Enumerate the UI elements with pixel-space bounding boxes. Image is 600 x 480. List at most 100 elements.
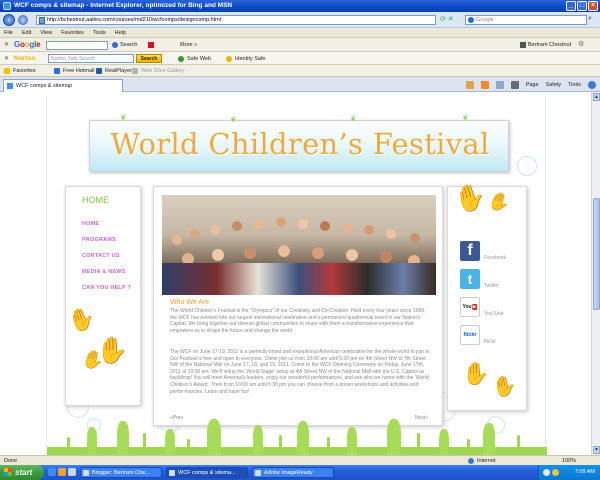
system-tray: 7:09 AM bbox=[538, 465, 600, 480]
flickr-icon[interactable]: flickr bbox=[460, 325, 480, 345]
tab-label: WCF comps & sitemap bbox=[16, 83, 73, 89]
safe-web-button[interactable]: Safe Web bbox=[178, 54, 211, 64]
twitter-label[interactable]: Twitter bbox=[484, 283, 499, 289]
favorites-button[interactable]: Favorites bbox=[4, 65, 36, 77]
close-norton-icon[interactable]: ✕ bbox=[4, 55, 9, 62]
print-icon[interactable] bbox=[510, 81, 519, 89]
menu-favorites[interactable]: Favorites bbox=[61, 28, 84, 37]
close-icon[interactable]: × bbox=[588, 1, 598, 11]
youtube-icon[interactable]: You▶ bbox=[460, 297, 480, 317]
nav-link-can-you-help[interactable]: CAN YOU HELP ? bbox=[82, 285, 131, 291]
address-bar: ‹ › http://bchestnut.aaltes.com/courses/… bbox=[0, 12, 600, 28]
handprint-icon: ✋ bbox=[64, 303, 99, 336]
twitter-icon[interactable]: t bbox=[460, 269, 480, 289]
search-icon[interactable]: ⌕ bbox=[588, 15, 592, 23]
photo-figure bbox=[346, 249, 358, 261]
photo-figure bbox=[254, 219, 264, 229]
menu-edit[interactable]: Edit bbox=[22, 28, 31, 37]
task-blogger[interactable]: Blogger: Bertram Che... bbox=[80, 467, 162, 478]
handprint-icon: ✋ bbox=[485, 188, 514, 216]
google-search-input[interactable] bbox=[46, 41, 108, 50]
start-button[interactable]: start bbox=[0, 465, 44, 480]
ie-quicklaunch-icon[interactable] bbox=[48, 468, 56, 476]
banner-title: World Children’s Festival bbox=[110, 127, 490, 161]
social-sidebar: ✋ ✋ f Facebook t Twitter You▶ YouTube fl… bbox=[447, 179, 527, 411]
child-silhouette bbox=[297, 421, 309, 455]
url-text: http://bchestnut.aaltes.com/courses/md21… bbox=[47, 17, 221, 23]
feeds-icon[interactable] bbox=[480, 81, 489, 89]
firefox-quicklaunch-icon[interactable] bbox=[58, 468, 66, 476]
menu-file[interactable]: File bbox=[4, 28, 13, 37]
google-user-button[interactable]: Bertram Chestnut bbox=[520, 40, 571, 50]
home-icon[interactable] bbox=[465, 81, 474, 89]
nav-current-title: HOME bbox=[82, 195, 109, 205]
url-input[interactable]: http://bchestnut.aaltes.com/courses/md21… bbox=[36, 15, 436, 25]
flickr-glyph: flickr bbox=[463, 332, 477, 338]
network-icon[interactable] bbox=[543, 469, 550, 476]
back-button[interactable]: ‹ bbox=[3, 14, 15, 26]
maximize-icon[interactable]: □ bbox=[577, 1, 587, 11]
nav-link-programs[interactable]: PROGRAMS bbox=[82, 237, 116, 243]
section-title: Who We Are bbox=[170, 299, 210, 306]
nav-link-home[interactable]: HOME bbox=[82, 221, 99, 227]
menu-help[interactable]: Help bbox=[115, 28, 126, 37]
festival-site: World Children’s Festival ❦ ❦ ❦ ❦ HOME H… bbox=[46, 96, 547, 455]
search-provider-icon bbox=[468, 17, 474, 23]
norton-search-button[interactable]: Search bbox=[136, 54, 162, 63]
favorites-bar: Favorites Free Hotmail RealPlayer Web Sl… bbox=[0, 65, 600, 77]
flickr-label[interactable]: Flickr bbox=[484, 339, 496, 345]
title-bar[interactable]: WCF comps & sitemap - Internet Explorer,… bbox=[0, 0, 600, 12]
photo-figure bbox=[342, 223, 352, 233]
grass-blade bbox=[327, 437, 330, 455]
facebook-icon[interactable]: f bbox=[460, 241, 480, 261]
favorite-hotmail[interactable]: Free Hotmail bbox=[54, 65, 94, 77]
refresh-stop-icons[interactable]: ⟳ ✕ bbox=[440, 15, 454, 23]
photo-figure bbox=[190, 229, 200, 239]
norton-search-input[interactable]: Norton Safe Search bbox=[48, 54, 134, 63]
photo-figure bbox=[212, 249, 224, 261]
grass-blade bbox=[467, 439, 470, 455]
tab-wcf-comps[interactable]: WCF comps & sitemap bbox=[3, 79, 123, 92]
photo-figure bbox=[312, 247, 324, 259]
youtube-label[interactable]: YouTube bbox=[484, 311, 504, 317]
butterfly-icon: ❦ bbox=[350, 114, 357, 123]
nav-link-media-news[interactable]: MEDIA & NEWS bbox=[82, 269, 125, 275]
minimize-icon[interactable]: _ bbox=[566, 1, 576, 11]
scroll-up-icon[interactable]: ▲ bbox=[593, 93, 600, 101]
tools-menu[interactable]: Tools bbox=[568, 80, 581, 90]
grass-blade bbox=[67, 437, 70, 455]
nav-link-contact[interactable]: CONTACT US bbox=[82, 253, 120, 259]
page-icon bbox=[39, 17, 45, 24]
handprint-icon: ✋ bbox=[462, 361, 490, 386]
norton-logo: Norton bbox=[14, 54, 35, 64]
norton-tray-icon[interactable] bbox=[552, 469, 559, 476]
facebook-label[interactable]: Facebook bbox=[484, 255, 506, 261]
menu-tools[interactable]: Tools bbox=[93, 28, 106, 37]
mail-icon[interactable] bbox=[495, 81, 504, 89]
youtube-tube-mark: ▶ bbox=[471, 304, 478, 310]
google-search-button[interactable]: Search bbox=[112, 40, 137, 50]
help-icon[interactable] bbox=[588, 81, 596, 89]
tab-bar: WCF comps & sitemap Page Safety Tools bbox=[0, 77, 600, 92]
page-menu[interactable]: Page bbox=[526, 80, 539, 90]
photo-figure bbox=[232, 221, 242, 231]
favorite-web-slice-gallery[interactable]: Web Slice Gallery bbox=[132, 65, 185, 77]
scroll-down-icon[interactable]: ▼ bbox=[593, 446, 600, 454]
menu-view[interactable]: View bbox=[40, 28, 52, 37]
vertical-scrollbar[interactable]: ▲ ▼ bbox=[591, 92, 600, 455]
task-imageready[interactable]: Adobe ImageReady bbox=[252, 467, 334, 478]
forward-button[interactable]: › bbox=[18, 15, 28, 25]
wrench-icon[interactable]: ⚙ bbox=[578, 40, 584, 50]
desktop-quicklaunch-icon[interactable] bbox=[68, 468, 76, 476]
photo-clothing bbox=[162, 263, 436, 295]
scroll-thumb[interactable] bbox=[593, 198, 600, 310]
status-bar: Done Internet 100% bbox=[0, 455, 600, 465]
close-toolbar-icon[interactable]: ✕ bbox=[4, 41, 9, 48]
favorite-realplayer[interactable]: RealPlayer bbox=[96, 65, 132, 77]
task-wcf-comps[interactable]: WCF comps & sitema... bbox=[166, 467, 248, 478]
live-search-input[interactable]: Google bbox=[465, 15, 587, 25]
google-more-button[interactable]: More » bbox=[180, 40, 197, 50]
identity-safe-button[interactable]: Identity Safe bbox=[226, 54, 266, 64]
safety-menu[interactable]: Safety bbox=[546, 80, 562, 90]
youtube-glyph: You bbox=[462, 304, 472, 310]
